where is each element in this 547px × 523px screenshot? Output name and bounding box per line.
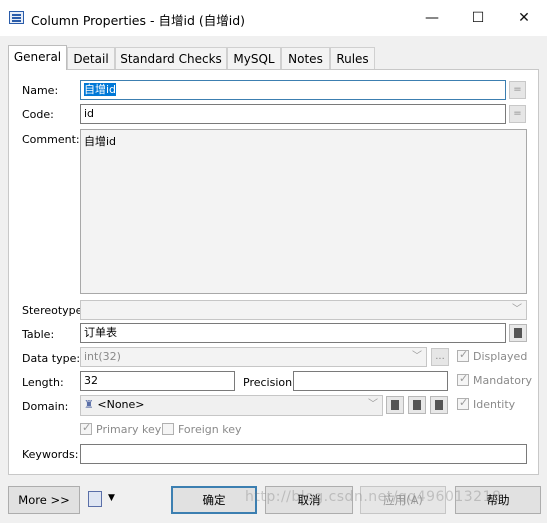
stereotype-label: Stereotype: (22, 304, 87, 317)
length-label: Length: (22, 376, 64, 389)
foreign-key-checkbox[interactable] (162, 423, 174, 435)
displayed-label: Displayed (473, 350, 528, 363)
window-title: Column Properties - 自增id (自增id) (31, 13, 246, 28)
comment-label: Comment: (22, 133, 80, 146)
domain-icon: ♜ (84, 398, 94, 411)
comment-textarea[interactable]: 自增id (80, 129, 527, 294)
name-value: 自增id (84, 83, 117, 96)
watermark-text: http://blog.csdn.net/qq496013218 (245, 489, 502, 505)
name-field[interactable]: 自增id (80, 80, 506, 100)
name-code-sync-button[interactable]: = (509, 81, 526, 99)
minimize-button[interactable]: — (417, 6, 447, 30)
code-field[interactable]: id (80, 104, 506, 124)
chevron-down-icon: ﹀ (412, 351, 422, 362)
tab-general[interactable]: General (8, 45, 67, 70)
displayed-checkbox[interactable] (457, 348, 469, 362)
primary-key-label: Primary key (96, 423, 162, 436)
identity-label: Identity (473, 398, 516, 411)
tab-detail[interactable]: Detail (67, 47, 115, 69)
precision-field[interactable] (293, 371, 448, 391)
domain-properties-icon[interactable] (386, 396, 404, 414)
domain-new-icon[interactable] (408, 396, 426, 414)
table-properties-icon[interactable] (509, 324, 527, 342)
keywords-field[interactable] (80, 444, 527, 464)
code-label: Code: (22, 108, 54, 121)
datatype-browse-button[interactable]: ... (431, 348, 449, 366)
tab-standard-checks[interactable]: Standard Checks (115, 47, 227, 69)
datatype-label: Data type: (22, 352, 81, 365)
stereotype-dropdown[interactable]: ﹀ (80, 300, 527, 320)
close-button[interactable]: ✕ (509, 6, 539, 30)
domain-dropdown[interactable]: ♜ <None> ﹀ (80, 395, 383, 416)
domain-label: Domain: (22, 400, 69, 413)
precision-label: Precision: (243, 376, 296, 389)
maximize-button[interactable]: ☐ (463, 6, 493, 30)
tab-rules[interactable]: Rules (330, 47, 375, 69)
datatype-dropdown[interactable]: int(32) ﹀ (80, 347, 427, 367)
chevron-down-icon: ﹀ (512, 304, 522, 315)
tab-mysql[interactable]: MySQL (227, 47, 281, 69)
tab-notes[interactable]: Notes (281, 47, 330, 69)
datatype-value: int(32) (84, 350, 121, 363)
keywords-label: Keywords: (22, 448, 79, 461)
caret-down-icon[interactable]: ▼ (108, 493, 115, 503)
table-label: Table: (22, 328, 55, 341)
foreign-key-label: Foreign key (178, 423, 242, 436)
table-column-icon (9, 11, 24, 24)
chevron-down-icon: ﹀ (368, 399, 378, 410)
length-field[interactable]: 32 (80, 371, 235, 391)
print-icon[interactable] (88, 491, 102, 507)
name-label: Name: (22, 84, 59, 97)
title-bar: Column Properties - 自增id (自增id) — ☐ ✕ (0, 0, 547, 36)
table-field: 订单表 (80, 323, 506, 343)
domain-list-icon[interactable] (430, 396, 448, 414)
primary-key-checkbox[interactable] (80, 421, 92, 435)
domain-value: <None> (97, 398, 145, 411)
more-button[interactable]: More >> (8, 486, 80, 514)
identity-checkbox[interactable] (457, 396, 469, 410)
mandatory-label: Mandatory (473, 374, 533, 387)
mandatory-checkbox[interactable] (457, 372, 469, 386)
code-name-sync-button[interactable]: = (509, 105, 526, 123)
